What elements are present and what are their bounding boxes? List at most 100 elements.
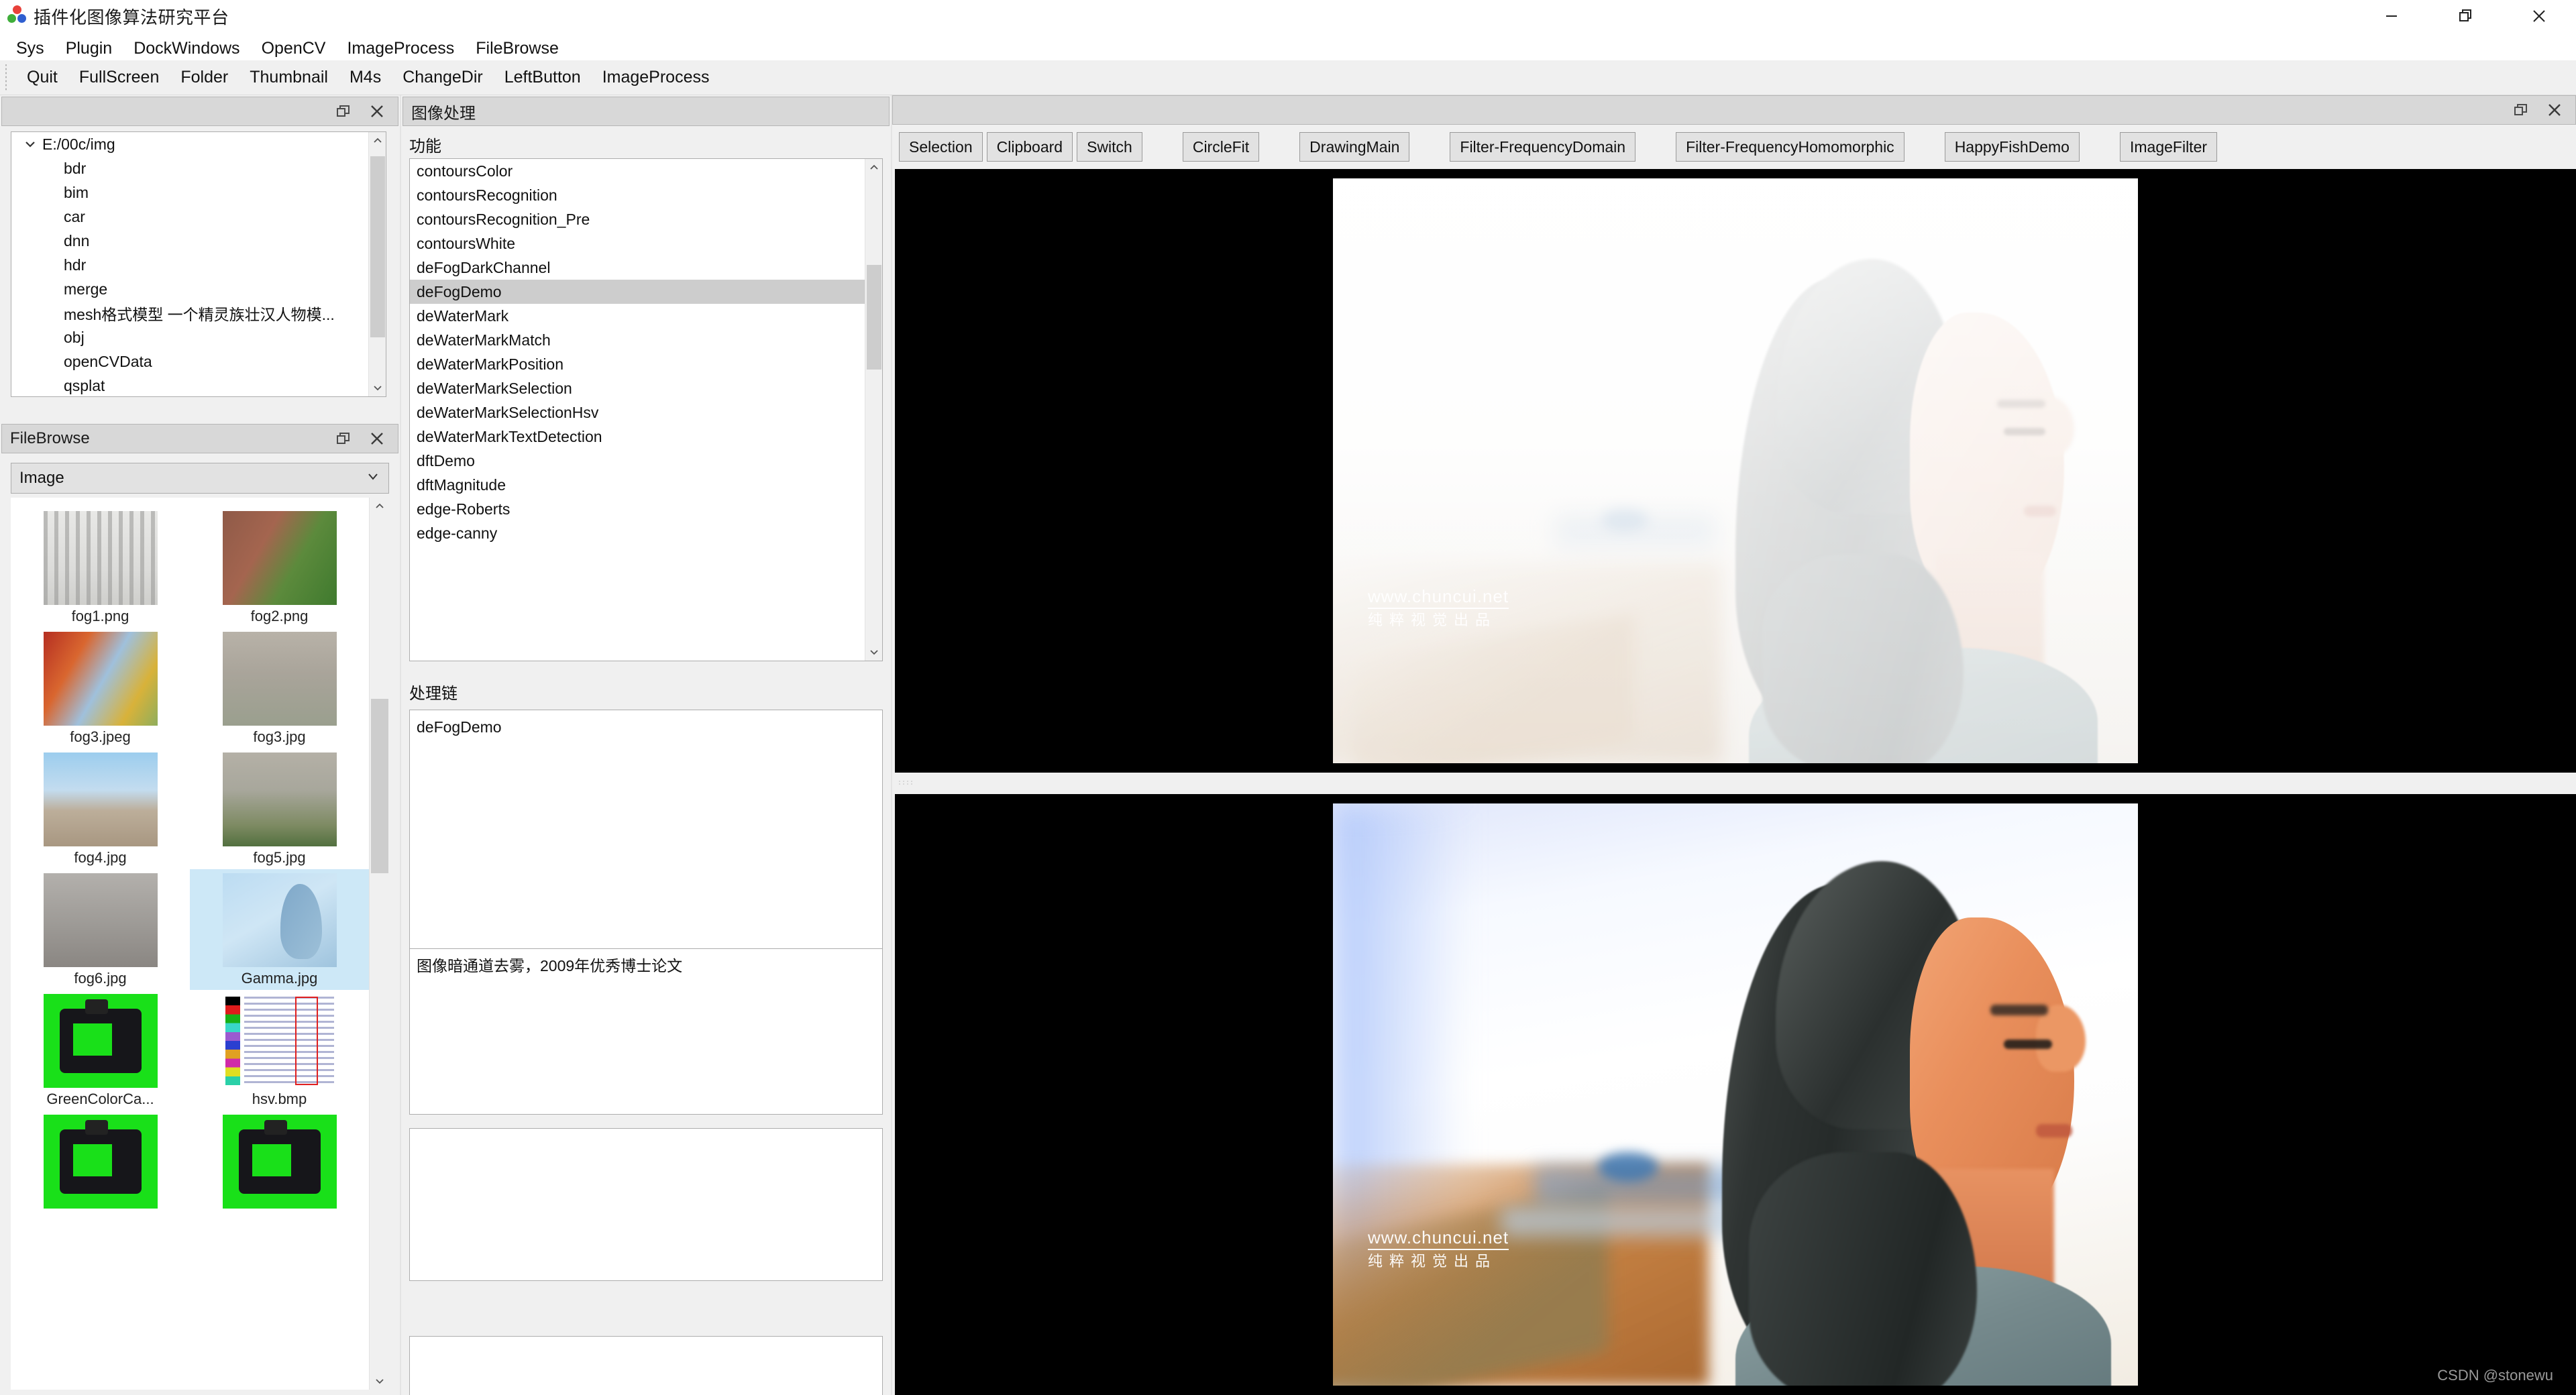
chevron-up-icon[interactable] [370,498,389,515]
thumbnail-item[interactable] [190,1111,369,1214]
folder-tree-scrollbar[interactable] [368,132,386,396]
viewer-tab-filter-frequencyhomomorphic[interactable]: Filter-FrequencyHomomorphic [1676,132,1904,162]
menu-item-sys[interactable]: Sys [5,36,55,61]
viewer-tab-selection[interactable]: Selection [899,132,983,162]
viewer-tab-imagefilter[interactable]: ImageFilter [2119,132,2218,162]
original-image-panel[interactable]: www.chuncui.net 纯粹视觉出品 [895,169,2576,773]
original-image[interactable]: www.chuncui.net 纯粹视觉出品 [1333,178,2138,763]
function-list-item[interactable]: dftMagnitude [410,473,865,497]
filebrowse-scrollbar[interactable] [369,498,389,1390]
tree-item[interactable]: obj [11,325,368,349]
filebrowse-filter-select[interactable]: Image [11,463,389,494]
menu-item-imageprocess[interactable]: ImageProcess [336,36,465,61]
thumbnail-item[interactable]: fog5.jpg [190,748,369,869]
thumbnail-item[interactable]: fog4.jpg [11,748,190,869]
tree-item-root[interactable]: E:/00c/img [11,132,368,156]
folder-tree[interactable]: E:/00c/img bdr bim car dnn hdr merge mesh格式模型 一… [11,131,386,397]
viewer-splitter[interactable] [894,774,2576,793]
thumbnail-label: fog2.png [250,608,309,624]
scrollbar-thumb[interactable] [370,156,385,337]
chevron-down-icon[interactable] [21,135,40,154]
toolbar-thumbnail[interactable]: Thumbnail [239,66,339,89]
function-list-item[interactable]: contoursRecognition [410,183,865,207]
minimize-icon[interactable] [2355,0,2428,32]
function-list-item[interactable]: deFogDarkChannel [410,256,865,280]
menu-item-dockwindows[interactable]: DockWindows [123,36,250,61]
toolbar-changedir[interactable]: ChangeDir [392,66,494,89]
function-list[interactable]: contoursColor contoursRecognition contours… [409,158,883,661]
function-list-item[interactable]: deWaterMark [410,304,865,328]
thumbnail-item[interactable]: fog2.png [190,507,369,628]
close-icon[interactable] [366,100,388,123]
function-list-item[interactable]: deWaterMarkSelection [410,376,865,400]
toolbar-imageprocess[interactable]: ImageProcess [592,66,720,89]
tree-item[interactable]: hdr [11,253,368,277]
chevron-down-icon[interactable] [865,643,882,661]
function-list-item[interactable]: deWaterMarkPosition [410,352,865,376]
function-list-item[interactable]: edge-Roberts [410,497,865,521]
viewer-tab-happyfishdemo[interactable]: HappyFishDemo [1944,132,2080,162]
viewer-tab-drawingmain[interactable]: DrawingMain [1299,132,1410,162]
toolbar-m4s[interactable]: M4s [339,66,392,89]
thumbnail-item[interactable]: Gamma.jpg [190,869,369,990]
scrollbar-thumb[interactable] [867,265,881,370]
toolbar-leftbutton[interactable]: LeftButton [494,66,592,89]
close-icon[interactable] [2543,99,2566,121]
tree-item[interactable]: merge [11,277,368,301]
thumbnail-item[interactable]: fog3.jpg [190,628,369,748]
maximize-icon[interactable] [2428,0,2502,32]
thumbnail-item[interactable] [11,1111,190,1214]
function-list-item[interactable]: edge-canny [410,521,865,545]
toolbar-quit[interactable]: Quit [16,66,68,89]
processed-image-panel[interactable]: www.chuncui.net 纯粹视觉出品 [895,794,2576,1395]
tree-item[interactable]: mesh格式模型 一个精灵族壮汉人物模... [11,301,368,325]
toolbar-drag-handle[interactable] [3,64,12,91]
close-icon[interactable] [2502,0,2576,32]
chevron-up-icon[interactable] [865,159,882,176]
log-output[interactable] [409,1336,883,1395]
thumbnail-item[interactable]: hsv.bmp [190,990,369,1111]
menu-item-opencv[interactable]: OpenCV [251,36,337,61]
function-list-item[interactable]: contoursWhite [410,231,865,256]
float-icon[interactable] [332,427,355,450]
function-list-item[interactable]: contoursColor [410,159,865,183]
process-chain-item[interactable]: deFogDemo [417,716,875,738]
chevron-down-icon[interactable] [370,1372,389,1390]
tree-item[interactable]: openCVData [11,349,368,374]
chevron-up-icon[interactable] [369,132,386,150]
function-list-item[interactable]: contoursRecognition_Pre [410,207,865,231]
function-list-item[interactable]: deWaterMarkTextDetection [410,425,865,449]
process-chain-list[interactable]: deFogDemo [409,710,883,970]
scrollbar-thumb[interactable] [371,699,388,873]
menu-item-plugin[interactable]: Plugin [55,36,123,61]
viewer-tab-switch[interactable]: Switch [1077,132,1142,162]
chevron-down-icon[interactable] [369,379,386,396]
filebrowse-thumbnail-grid[interactable]: fog1.png fog2.png fog3.jpeg fog3.jpg fog4.jp… [11,498,389,1390]
tree-item[interactable]: bdr [11,156,368,180]
viewer-tab-clipboard[interactable]: Clipboard [986,132,1073,162]
thumbnail-item[interactable]: fog1.png [11,507,190,628]
tree-item[interactable]: dnn [11,229,368,253]
function-list-scrollbar[interactable] [865,159,882,661]
viewer-tab-filter-frequencydomain[interactable]: Filter-FrequencyDomain [1450,132,1636,162]
viewer-tab-circlefit[interactable]: CircleFit [1182,132,1260,162]
function-list-item[interactable]: deWaterMarkSelectionHsv [410,400,865,425]
tree-item[interactable]: qsplat [11,374,368,396]
tree-item[interactable]: car [11,205,368,229]
tree-item[interactable]: bim [11,180,368,205]
function-list-item[interactable]: deFogDemo [410,280,865,304]
processed-image[interactable]: www.chuncui.net 纯粹视觉出品 [1333,803,2138,1386]
close-icon[interactable] [366,427,388,450]
tree-item-label: hdr [64,256,87,274]
toolbar-fullscreen[interactable]: FullScreen [68,66,170,89]
thumbnail-item[interactable]: GreenColorCa... [11,990,190,1111]
parameter-panel[interactable] [409,1128,883,1281]
float-icon[interactable] [2510,99,2532,121]
float-icon[interactable] [332,100,355,123]
thumbnail-item[interactable]: fog3.jpeg [11,628,190,748]
thumbnail-item[interactable]: fog6.jpg [11,869,190,990]
menu-item-filebrowse[interactable]: FileBrowse [465,36,570,61]
function-list-item[interactable]: deWaterMarkMatch [410,328,865,352]
toolbar-folder[interactable]: Folder [170,66,239,89]
function-list-item[interactable]: dftDemo [410,449,865,473]
